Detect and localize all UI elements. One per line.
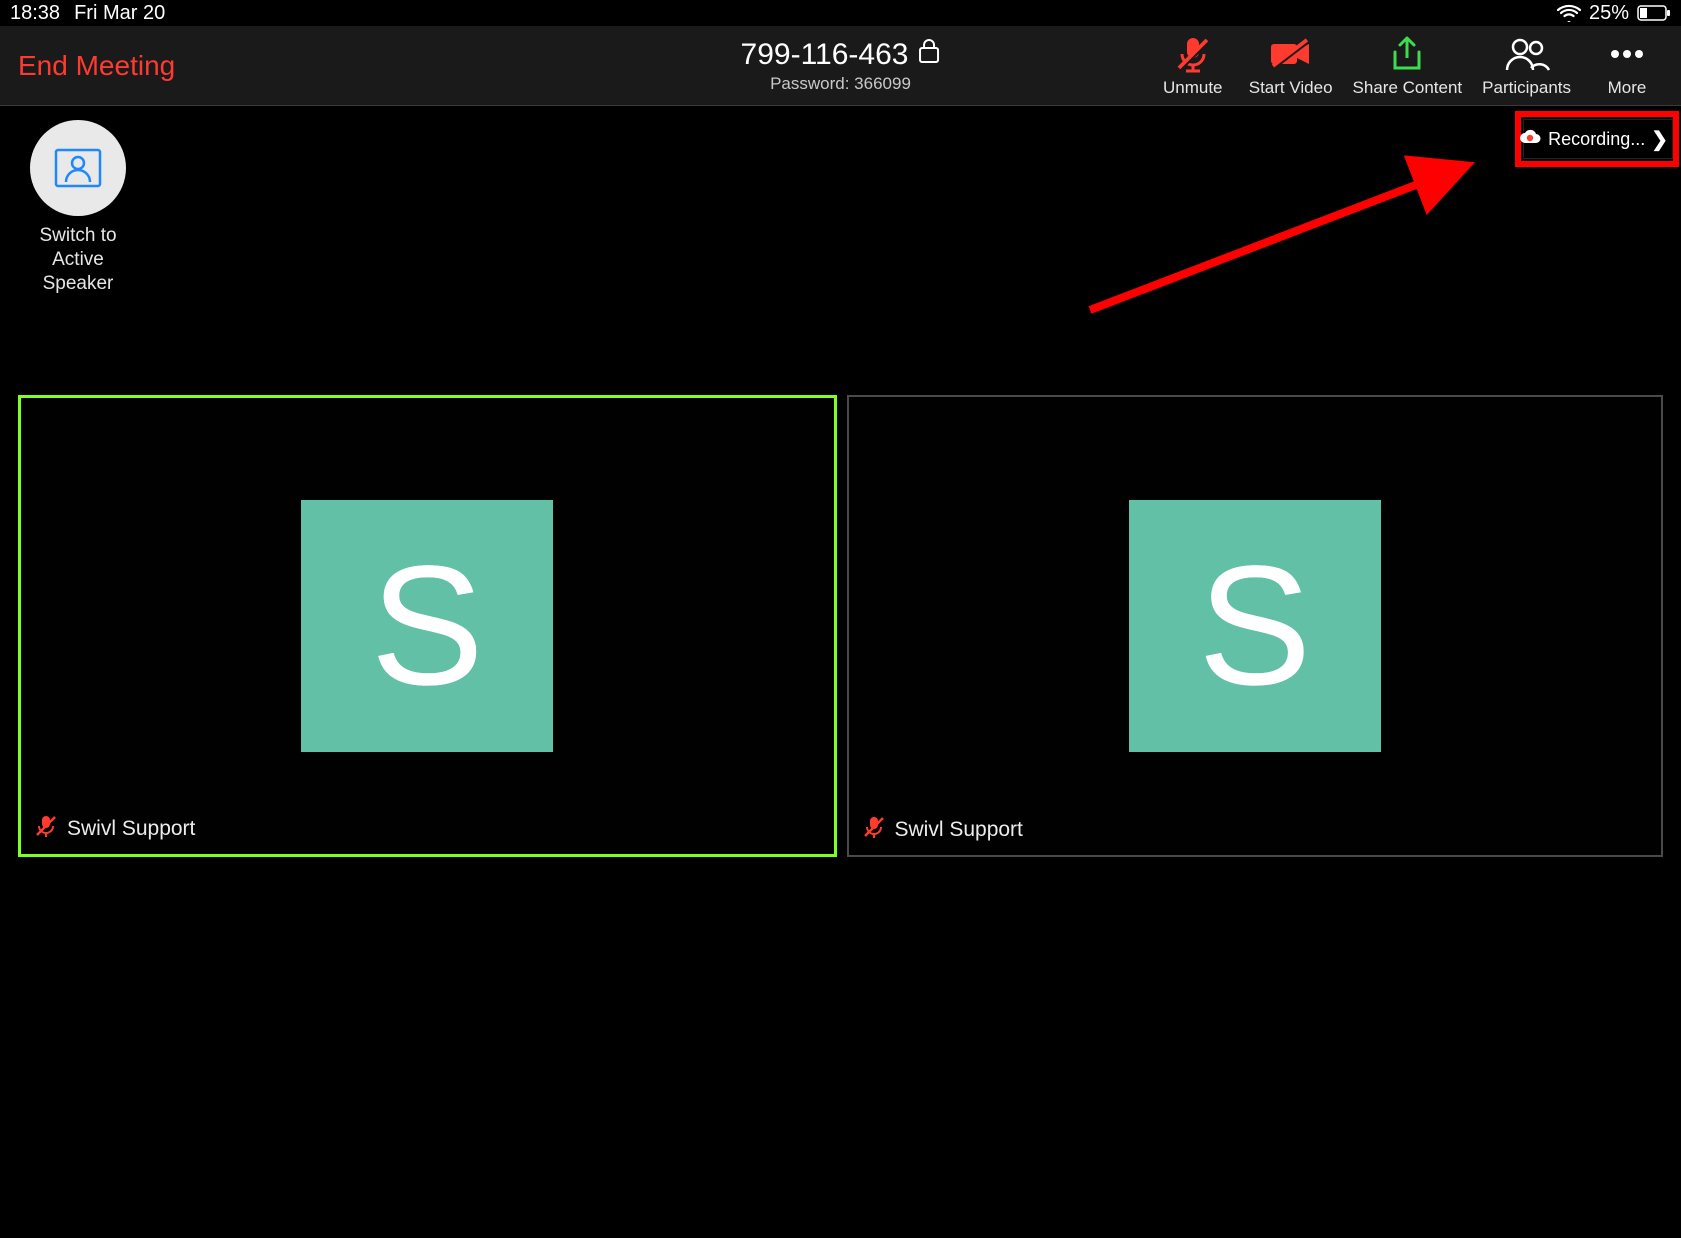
end-meeting-button[interactable]: End Meeting [18,50,175,82]
mic-muted-icon [863,815,885,845]
battery-percent: 25% [1589,2,1629,25]
meeting-toolbar: End Meeting 799-116-463 Password: 366099 [0,26,1681,106]
view-switch-avatar [30,120,126,216]
meeting-id: 799-116-463 [741,38,909,72]
meeting-info[interactable]: 799-116-463 Password: 366099 [741,38,941,94]
status-right: 25% [1557,2,1671,25]
participant-name: Swivl Support [67,817,195,841]
tile-caption: Swivl Support [35,814,195,844]
battery-icon [1637,5,1671,21]
avatar-initial: S [1198,528,1311,724]
switch-to-active-speaker-button[interactable]: Switch to Active Speaker [18,120,138,295]
more-icon [1604,34,1650,74]
ipad-status-bar: 18:38 Fri Mar 20 25% [0,0,1681,26]
more-button[interactable]: More [1591,34,1663,98]
mic-muted-icon [35,814,57,844]
participants-icon [1503,34,1551,74]
video-tile[interactable]: S Swivl Support [18,395,837,857]
participants-button[interactable]: Participants [1482,34,1571,98]
start-video-button[interactable]: Start Video [1249,34,1333,98]
recording-indicator[interactable]: Recording... ❯ [1523,119,1673,159]
toolbar-actions: Unmute Start Video Share [1157,34,1663,98]
unmute-label: Unmute [1163,78,1223,98]
share-icon [1387,34,1427,74]
tile-caption: Swivl Support [863,815,1023,845]
annotation-highlight-box: Recording... ❯ [1515,111,1679,167]
lock-icon [918,38,940,72]
participant-name: Swivl Support [895,818,1023,842]
video-grid: S Swivl Support S [18,395,1663,857]
share-content-button[interactable]: Share Content [1353,34,1463,98]
recording-label: Recording... [1548,129,1645,150]
meeting-id-line: 799-116-463 [741,38,941,72]
view-switch-line2: Active Speaker [43,249,114,294]
unmute-button[interactable]: Unmute [1157,34,1229,98]
mic-muted-icon [1173,34,1213,74]
participant-avatar: S [301,500,553,752]
share-content-label: Share Content [1353,78,1463,98]
start-video-label: Start Video [1249,78,1333,98]
person-frame-icon [54,148,102,188]
wifi-icon [1557,4,1581,22]
chevron-right-icon: ❯ [1651,127,1668,152]
annotation-arrow [1060,150,1500,330]
status-left: 18:38 Fri Mar 20 [10,2,165,25]
more-label: More [1608,78,1647,98]
status-date: Fri Mar 20 [74,2,165,25]
video-tile[interactable]: S Swivl Support [847,395,1664,857]
participant-avatar: S [1129,500,1381,752]
participants-label: Participants [1482,78,1571,98]
meeting-password: Password: 366099 [741,74,941,94]
avatar-initial: S [371,528,484,724]
video-off-icon [1267,34,1315,74]
view-switch-line1: Switch to [39,225,116,246]
view-switch-label: Switch to Active Speaker [18,224,138,295]
status-time: 18:38 [10,2,60,25]
cloud-record-icon [1518,128,1542,151]
